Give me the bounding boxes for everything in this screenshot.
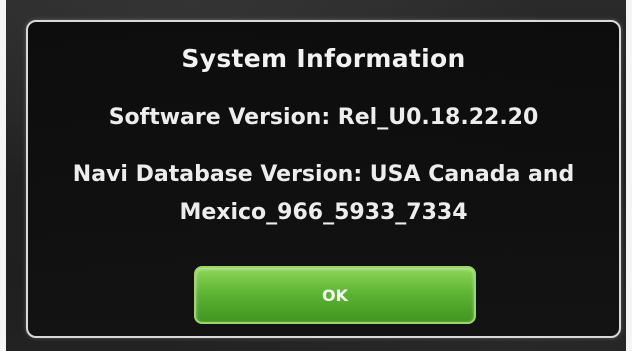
ok-button-label: OK [322, 285, 348, 305]
head-unit-screen: System Information Software Version: Rel… [0, 0, 632, 351]
ok-button[interactable]: OK [194, 266, 476, 324]
navi-database-version-text-line2: Mexico_966_5933_7334 [179, 200, 468, 225]
software-version-text: Software Version: Rel_U0.18.22.20 [108, 105, 539, 130]
system-information-dialog: System Information Software Version: Rel… [26, 20, 621, 338]
dialog-title: System Information [181, 44, 466, 73]
photo-border-left [0, 0, 6, 351]
navi-database-version-text-line1: Navi Database Version: USA Canada and [72, 162, 575, 187]
photo-border-right [626, 0, 632, 351]
